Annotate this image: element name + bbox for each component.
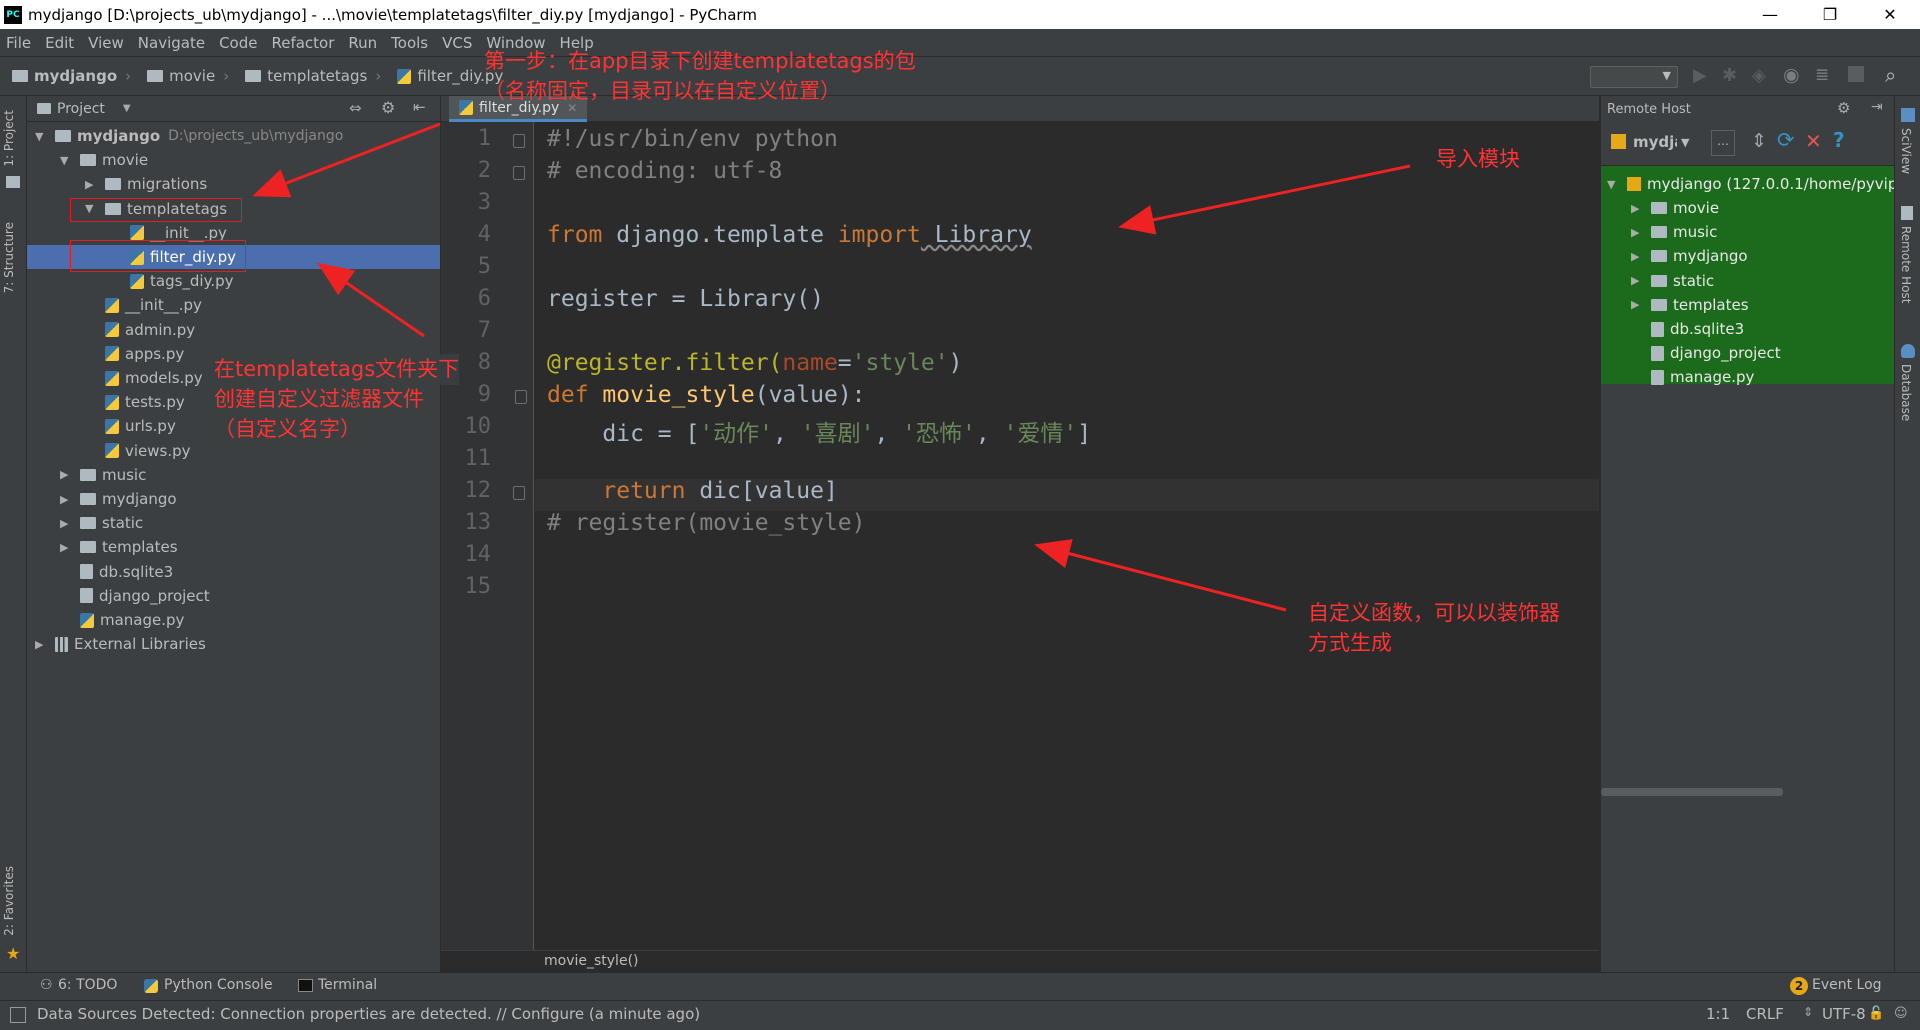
annotation-filter-line2: 创建自定义过滤器文件: [214, 384, 424, 415]
annotation-step1-line1: 第一步：在app目录下创建templatetags的包: [484, 49, 916, 73]
annotation-import: 导入模块: [1436, 147, 1520, 171]
annotation-func-line1: 自定义函数，可以以装饰器: [1308, 601, 1560, 625]
annotation-func-line2: 方式生成: [1308, 631, 1392, 655]
arrow-to-templatetags: [252, 122, 441, 198]
arrow-to-function: [1034, 539, 1287, 612]
arrow-to-import: [1118, 164, 1411, 235]
annotation-step1-line2: （名称固定，目录可以在自定义位置）: [484, 79, 841, 103]
annotation-arrows: [252, 122, 1411, 612]
annotation-filter-line1: 在templatetags文件夹下: [214, 354, 460, 385]
annotation-filter-line3: （自定义名字）: [214, 414, 361, 445]
arrow-to-filter-file: [317, 262, 425, 338]
